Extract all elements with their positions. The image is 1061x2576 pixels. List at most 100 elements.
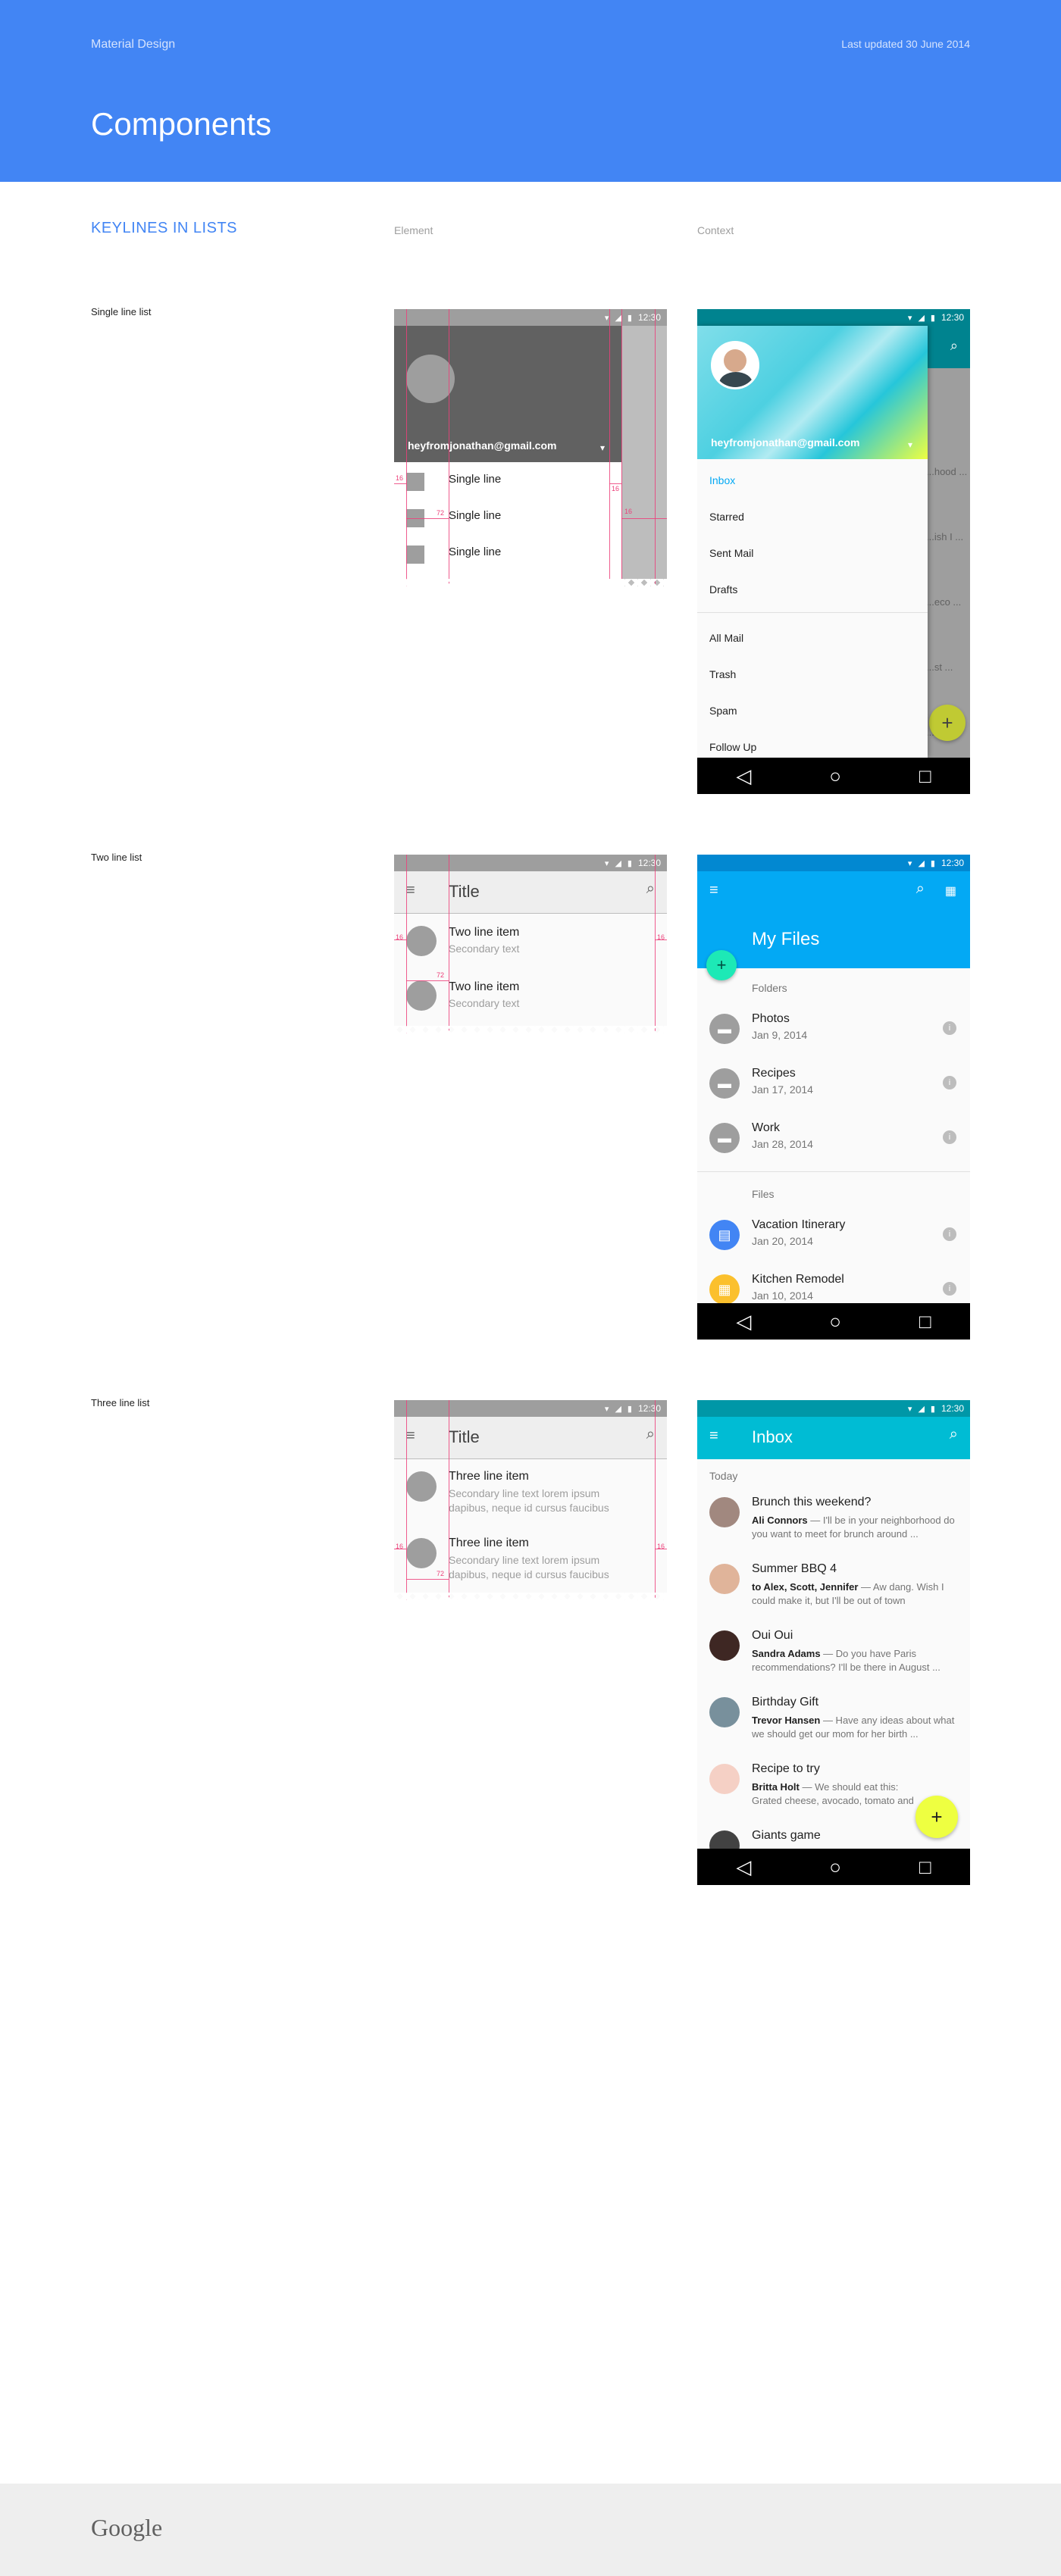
brand-label[interactable]: Material Design [91, 38, 175, 52]
file-name: Recipes [752, 1067, 796, 1080]
peek-line: ...hood ... [926, 466, 968, 477]
system-nav-bar: ◁ ○ □ [697, 758, 970, 794]
keyline [621, 518, 667, 519]
list-item[interactable]: ▤ Vacation Itinerary Jan 20, 2014 i [697, 1208, 970, 1262]
recents-icon[interactable]: □ [919, 1310, 931, 1333]
menu-icon[interactable]: ≡ [709, 882, 718, 899]
app-bar-title: Inbox [752, 1427, 793, 1446]
recents-icon[interactable]: □ [919, 1855, 931, 1879]
keyline-label: 16 [612, 485, 620, 492]
search-icon[interactable]: ⌕ [646, 880, 655, 898]
drawer-item-inbox[interactable]: Inbox [709, 474, 735, 486]
back-icon[interactable]: ◁ [736, 764, 751, 788]
battery-icon: ▮ [627, 313, 632, 323]
account-email[interactable]: heyfromjonathan@gmail.com [711, 436, 859, 449]
avatar [406, 926, 437, 956]
list-item[interactable]: Single line [449, 509, 501, 522]
status-bar: ▾ ◢ ▮ 12:30 [697, 309, 970, 326]
peek-line: ...eco ... [926, 596, 962, 608]
torn-edge [394, 579, 667, 586]
back-icon[interactable]: ◁ [736, 1855, 751, 1879]
avatar[interactable] [406, 355, 455, 403]
list-item-primary[interactable]: Two line item [449, 926, 519, 939]
list-item[interactable]: Oui Oui Sandra Adams — Do you have Paris… [697, 1620, 970, 1687]
document-icon: ▤ [709, 1220, 740, 1250]
account-email[interactable]: heyfromjonathan@gmail.com [408, 439, 556, 452]
info-icon[interactable]: i [943, 1227, 956, 1241]
keyline-label: 72 [437, 509, 445, 517]
status-bar: ▾ ◢ ▮ 12:30 [394, 309, 667, 326]
mail-sender: Britta Holt [752, 1781, 800, 1793]
list-item[interactable]: Birthday Gift Trevor Hansen — Have any i… [697, 1687, 970, 1753]
battery-icon: ▮ [627, 858, 632, 868]
keyline-label: 16 [657, 1543, 665, 1550]
chevron-down-icon[interactable]: ▾ [908, 439, 912, 450]
mail-subject: Giants game [752, 1829, 821, 1842]
avatar [709, 1630, 740, 1661]
compose-fab[interactable]: + [915, 1796, 958, 1838]
list-item-primary[interactable]: Three line item [449, 1537, 529, 1550]
menu-icon[interactable]: ≡ [406, 882, 415, 899]
info-icon[interactable]: i [943, 1282, 956, 1296]
drawer-header: heyfromjonathan@gmail.com ▾ [394, 326, 621, 462]
file-date: Jan 28, 2014 [752, 1138, 813, 1150]
menu-icon[interactable]: ≡ [709, 1427, 718, 1445]
search-icon[interactable]: ⌕ [950, 338, 958, 354]
info-icon[interactable]: i [943, 1076, 956, 1089]
search-icon[interactable]: ⌕ [950, 1426, 958, 1443]
list-item-primary[interactable]: Two line item [449, 980, 519, 994]
mail-subject: Recipe to try [752, 1762, 820, 1775]
recents-icon[interactable]: □ [919, 764, 931, 788]
drawer-header: heyfromjonathan@gmail.com ▾ [697, 326, 928, 459]
list-item[interactable]: Single line [449, 473, 501, 486]
mail-sender: to Alex, Scott, Jennifer [752, 1581, 859, 1593]
drawer-item-spam[interactable]: Spam [709, 705, 737, 717]
grid-view-icon[interactable]: ▦ [945, 883, 956, 899]
back-icon[interactable]: ◁ [736, 1310, 751, 1333]
home-icon[interactable]: ○ [829, 764, 841, 788]
status-time: 12:30 [637, 312, 661, 323]
drawer-item-trash[interactable]: Trash [709, 668, 736, 680]
info-icon[interactable]: i [943, 1130, 956, 1144]
compose-fab[interactable]: + [929, 705, 966, 741]
status-time: 12:30 [941, 312, 964, 323]
divider [697, 1171, 970, 1172]
add-fab[interactable]: + [706, 950, 737, 980]
list-item[interactable]: Brunch this weekend? Ali Connors — I'll … [697, 1487, 970, 1553]
menu-icon[interactable]: ≡ [406, 1427, 415, 1445]
keyline [621, 309, 622, 586]
list-item[interactable]: Summer BBQ 4 to Alex, Scott, Jennifer — … [697, 1553, 970, 1620]
signal-icon: ◢ [918, 1404, 925, 1414]
list-item-primary[interactable]: Three line item [449, 1470, 529, 1483]
wifi-icon: ▾ [907, 858, 912, 868]
search-icon[interactable]: ⌕ [916, 880, 925, 898]
drawer-item-follow-up[interactable]: Follow Up [709, 741, 756, 753]
mail-subject: Brunch this weekend? [752, 1496, 872, 1508]
chevron-down-icon[interactable]: ▾ [600, 442, 605, 453]
app-bar: ≡ Title ⌕ [394, 1417, 667, 1459]
avatar[interactable] [711, 341, 759, 389]
divider [697, 612, 928, 613]
status-bar: ▾ ◢ ▮ 12:30 [394, 855, 667, 871]
wifi-icon: ▾ [604, 313, 609, 323]
google-logo[interactable]: Google [91, 2514, 162, 2542]
peek-line: ...ish I ... [926, 531, 964, 542]
list-item[interactable]: ▬ Recipes Jan 17, 2014 i [697, 1056, 970, 1111]
list-item-secondary: Secondary text [449, 943, 520, 955]
app-bar: ≡ Title ⌕ [394, 871, 667, 914]
row-label-three-line: Three line list [91, 1397, 150, 1408]
home-icon[interactable]: ○ [829, 1855, 841, 1879]
drawer-item-all-mail[interactable]: All Mail [709, 632, 743, 644]
avatar-face [724, 349, 746, 372]
search-icon[interactable]: ⌕ [646, 1426, 655, 1443]
list-item[interactable]: ▬ Work Jan 28, 2014 i [697, 1111, 970, 1165]
section-label-files: Files [752, 1188, 775, 1200]
info-icon[interactable]: i [943, 1021, 956, 1035]
avatar [709, 1497, 740, 1527]
drawer-item-drafts[interactable]: Drafts [709, 583, 737, 596]
drawer-item-starred[interactable]: Starred [709, 511, 744, 523]
list-item[interactable]: ▬ Photos Jan 9, 2014 i [697, 1002, 970, 1056]
drawer-item-sent[interactable]: Sent Mail [709, 547, 753, 559]
list-item[interactable]: Single line [449, 546, 501, 558]
home-icon[interactable]: ○ [829, 1310, 841, 1333]
